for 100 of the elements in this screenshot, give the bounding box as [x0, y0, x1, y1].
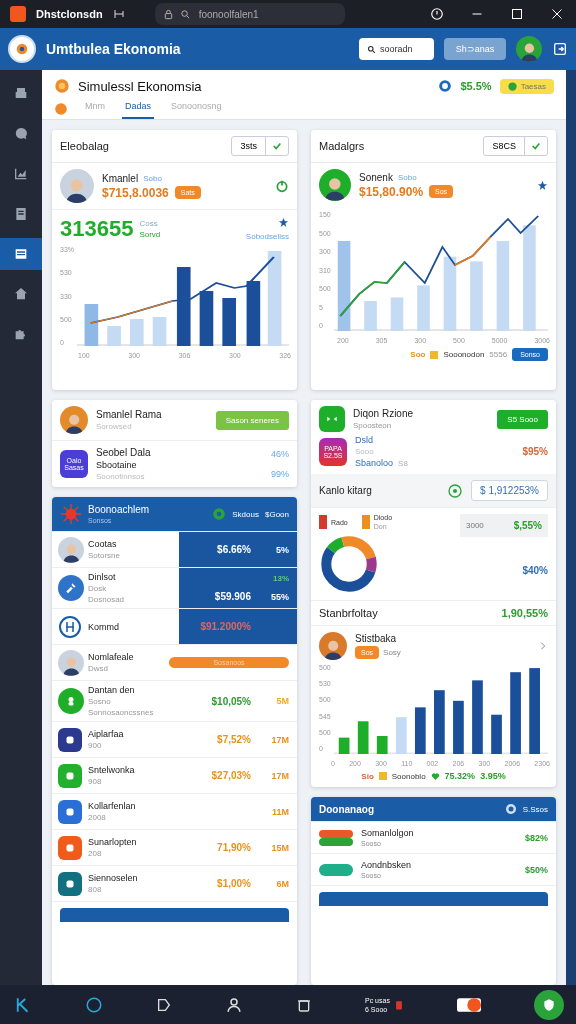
chart-bar [84, 304, 99, 346]
stat-value: 313655 [60, 216, 134, 242]
color-bar-icon [319, 863, 353, 876]
period-toggle[interactable]: 3sts [231, 136, 289, 156]
search-input[interactable]: foonoolfalen1 [196, 7, 337, 21]
clock-icon [430, 7, 444, 21]
app-icon [319, 406, 345, 432]
list-row[interactable]: Dantan den Sosno Sonnosaoncssnes $10,05% 5M [52, 681, 297, 722]
exit-icon[interactable] [552, 41, 568, 57]
chevron-icon [538, 641, 548, 651]
chart-bar [107, 326, 121, 346]
pin-icon [112, 8, 125, 20]
value-text: 5% [275, 544, 289, 555]
tab[interactable]: Dadas [122, 98, 154, 119]
circle-icon[interactable] [85, 995, 103, 1014]
card-title: Eleobalag [60, 140, 110, 152]
avatar [60, 169, 94, 203]
shield-icon [541, 997, 556, 1012]
value-text: $1,00% [216, 878, 251, 889]
globe-icon [212, 507, 227, 521]
summary-box: 3000 $,55% [460, 514, 548, 537]
avatar [58, 649, 84, 676]
logo-icon [8, 35, 36, 63]
table-icon [13, 246, 29, 262]
document-icon [13, 206, 29, 222]
chart-bar [363, 301, 377, 331]
list-row[interactable]: Siennoselen 808 $1,00% 6M [52, 866, 297, 902]
chat-icon [13, 126, 29, 142]
chart-bar [246, 281, 261, 346]
chart-bar [416, 285, 430, 331]
info-icon [438, 79, 453, 93]
history-button[interactable] [428, 5, 446, 23]
search-icon [367, 44, 376, 54]
chart-bar [357, 721, 369, 754]
chart-bar [414, 707, 426, 754]
value-text: 11M [271, 806, 289, 817]
value-text: $7,52% [216, 734, 251, 745]
page-title: Simulessl Ekonomsia [78, 78, 203, 94]
tag-icon[interactable] [156, 996, 172, 1013]
heart-icon [430, 771, 440, 781]
search-icon [179, 8, 191, 20]
shield-button[interactable] [533, 989, 564, 1020]
value-text: $27,03% [210, 770, 251, 781]
toggle-icon[interactable] [456, 997, 481, 1012]
sun-icon [60, 503, 82, 525]
close-icon [551, 8, 563, 20]
search-button[interactable]: sooradn [359, 38, 434, 60]
value-text: 15M [270, 842, 289, 853]
avatar [319, 632, 347, 660]
sidebar-item[interactable] [0, 238, 42, 270]
chart-bar [452, 700, 464, 754]
maximize-icon [511, 8, 523, 20]
list-row[interactable]: Sntelwonka 908 $27,03% 17M [52, 758, 297, 794]
search-field[interactable]: foonoolfalen1 [154, 3, 345, 25]
ring-icon [58, 613, 82, 640]
power-icon [275, 179, 289, 193]
chart-bar [338, 737, 350, 754]
star-icon [278, 217, 289, 228]
value-text: 55% [270, 591, 289, 602]
value-text: $10,05% [210, 695, 251, 707]
chart-bar [199, 291, 214, 346]
card-title: Madalgrs [319, 140, 366, 152]
star-icon [537, 179, 548, 191]
value-text: 71,90% [216, 842, 251, 853]
list-row[interactable]: Dinlsot Dosk Dosnosad 13% $59.906 55% [52, 568, 297, 609]
dot-icon [507, 81, 517, 91]
home-icon [13, 286, 29, 302]
user-avatar [516, 36, 542, 62]
list-row[interactable]: Kollarfenlan 2008 11M [52, 794, 297, 830]
color-bar-icon [319, 829, 353, 846]
list-row[interactable]: Sunarlopten 208 71,90% 15M [52, 830, 297, 866]
app-title: Umtbulea Ekonomia [46, 41, 182, 57]
list-row[interactable]: Aiplarfaa 900 $7,52% 17M [52, 722, 297, 758]
value-text: 17M [270, 734, 289, 745]
value-text: $6.66% [216, 544, 251, 555]
value-box: $ 1,912253% [471, 480, 548, 501]
chart-bar [469, 261, 483, 331]
refresh-icon [504, 803, 517, 815]
value-text: 5M [275, 696, 289, 706]
chart-bar [222, 298, 236, 346]
value-text: $91.2000% [199, 621, 251, 632]
list-row[interactable]: Cootas Sotorsne $6.66% 5% [52, 532, 297, 568]
chart-bar [490, 714, 502, 754]
chart-bar [390, 297, 403, 331]
users-icon[interactable] [225, 995, 243, 1014]
wrench-icon [58, 575, 84, 601]
avatar [319, 169, 351, 201]
list-row[interactable]: Kommd $91.2000% [52, 609, 297, 645]
period-toggle[interactable]: S8CS [483, 136, 548, 156]
lock-icon [162, 8, 174, 20]
value-text: $59.906 [213, 591, 251, 602]
amount: $715,8.0036 [102, 185, 169, 200]
chart-bar [376, 736, 388, 754]
donut-chart [319, 534, 379, 594]
chart-bar [130, 319, 144, 346]
smiley-icon [54, 101, 68, 116]
value-text: 17M [270, 770, 289, 781]
app-icon [10, 6, 26, 22]
percent-value: $5.5% [460, 80, 492, 92]
chart-bar [433, 690, 445, 754]
